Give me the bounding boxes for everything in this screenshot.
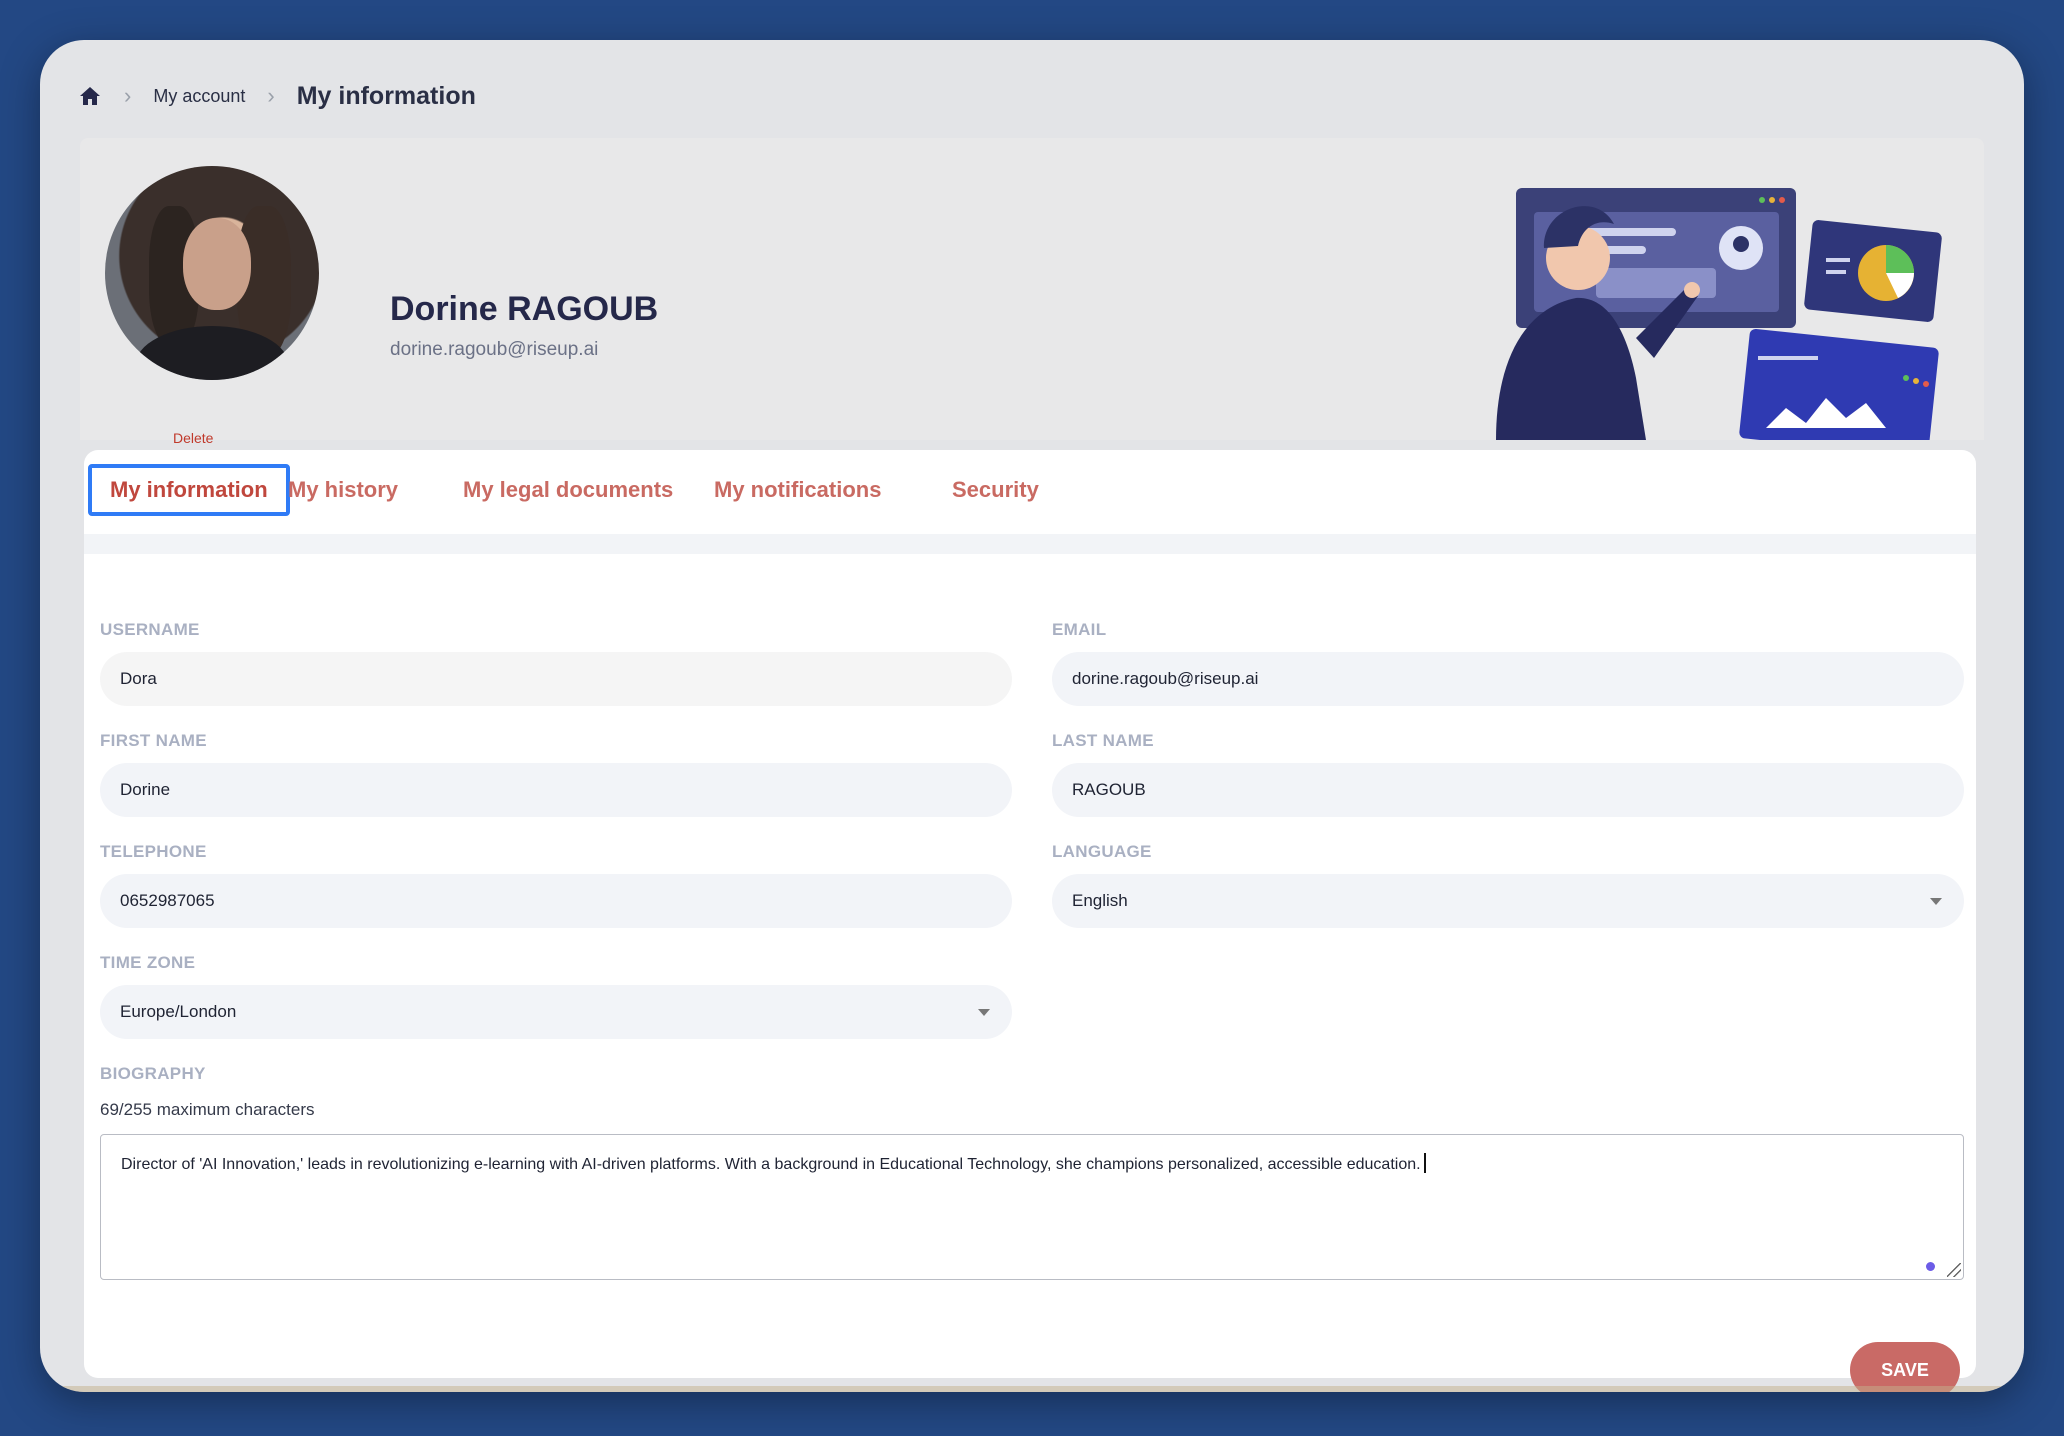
email-value: dorine.ragoub@riseup.ai [1072, 669, 1259, 688]
resize-handle-icon[interactable] [1947, 1263, 1961, 1277]
profile-header: Delete Dorine RAGOUB dorine.ragoub@riseu… [80, 138, 1984, 446]
bottom-strip [40, 1386, 2024, 1392]
first-name-input[interactable]: Dorine [100, 763, 1012, 817]
avatar[interactable] [105, 166, 319, 380]
delete-avatar-link[interactable]: Delete [173, 430, 213, 446]
breadcrumb-my-account[interactable]: My account [153, 86, 245, 107]
username-label: USERNAME [100, 620, 200, 639]
breadcrumb-separator: › [124, 83, 132, 108]
last-name-label: LAST NAME [1052, 731, 1154, 750]
tab-my-history[interactable]: My history [270, 464, 416, 516]
user-name: Dorine RAGOUB [390, 290, 659, 328]
last-name-input[interactable]: RAGOUB [1052, 763, 1964, 817]
tab-my-legal-documents[interactable]: My legal documents [445, 464, 691, 516]
language-label: LANGUAGE [1052, 842, 1152, 861]
biography-label: BIOGRAPHY [100, 1064, 206, 1083]
biography-textarea[interactable]: Director of 'AI Innovation,' leads in re… [100, 1134, 1964, 1280]
email-input[interactable]: dorine.ragoub@riseup.ai [1052, 652, 1964, 706]
last-name-value: RAGOUB [1072, 780, 1146, 799]
app-window: › My account › My information Delete Dor… [40, 40, 2024, 1392]
content-card: My information My history My legal docum… [84, 450, 1976, 1392]
biography-text: Director of 'AI Innovation,' leads in re… [121, 1156, 1421, 1173]
username-input[interactable]: Dora [100, 652, 1012, 706]
tabs-divider [84, 534, 1976, 554]
page-title: My information [296, 81, 476, 110]
home-icon[interactable] [78, 84, 102, 108]
chevron-down-icon[interactable] [1930, 898, 1942, 905]
tab-my-information[interactable]: My information [88, 464, 290, 516]
telephone-input[interactable]: 0652987065 [100, 874, 1012, 928]
biography-char-count: 69/255 maximum characters [100, 1100, 315, 1119]
time-zone-value: Europe/London [120, 1002, 237, 1021]
time-zone-select[interactable]: Europe/London [100, 985, 1012, 1039]
breadcrumb-separator: › [267, 83, 275, 108]
save-button[interactable]: SAVE [1850, 1342, 1960, 1392]
tab-my-notifications[interactable]: My notifications [696, 464, 899, 516]
telephone-label: TELEPHONE [100, 842, 207, 861]
time-zone-label: TIME ZONE [100, 953, 196, 972]
first-name-label: FIRST NAME [100, 731, 207, 750]
first-name-value: Dorine [120, 780, 171, 799]
user-email: dorine.ragoub@riseup.ai [390, 339, 599, 360]
breadcrumb: › My account › My information [78, 66, 476, 126]
text-cursor [1423, 1153, 1426, 1173]
telephone-value: 0652987065 [120, 891, 215, 910]
dashboard-illustration [1496, 188, 1942, 440]
tab-bar: My information My history My legal docum… [84, 450, 1976, 534]
tab-security[interactable]: Security [934, 464, 1057, 516]
chevron-down-icon[interactable] [978, 1009, 990, 1016]
email-label: EMAIL [1052, 620, 1107, 639]
grammar-checker-icon[interactable] [1926, 1262, 1935, 1271]
language-select[interactable]: English [1052, 874, 1964, 928]
language-value: English [1072, 891, 1128, 910]
username-value: Dora [120, 669, 157, 688]
